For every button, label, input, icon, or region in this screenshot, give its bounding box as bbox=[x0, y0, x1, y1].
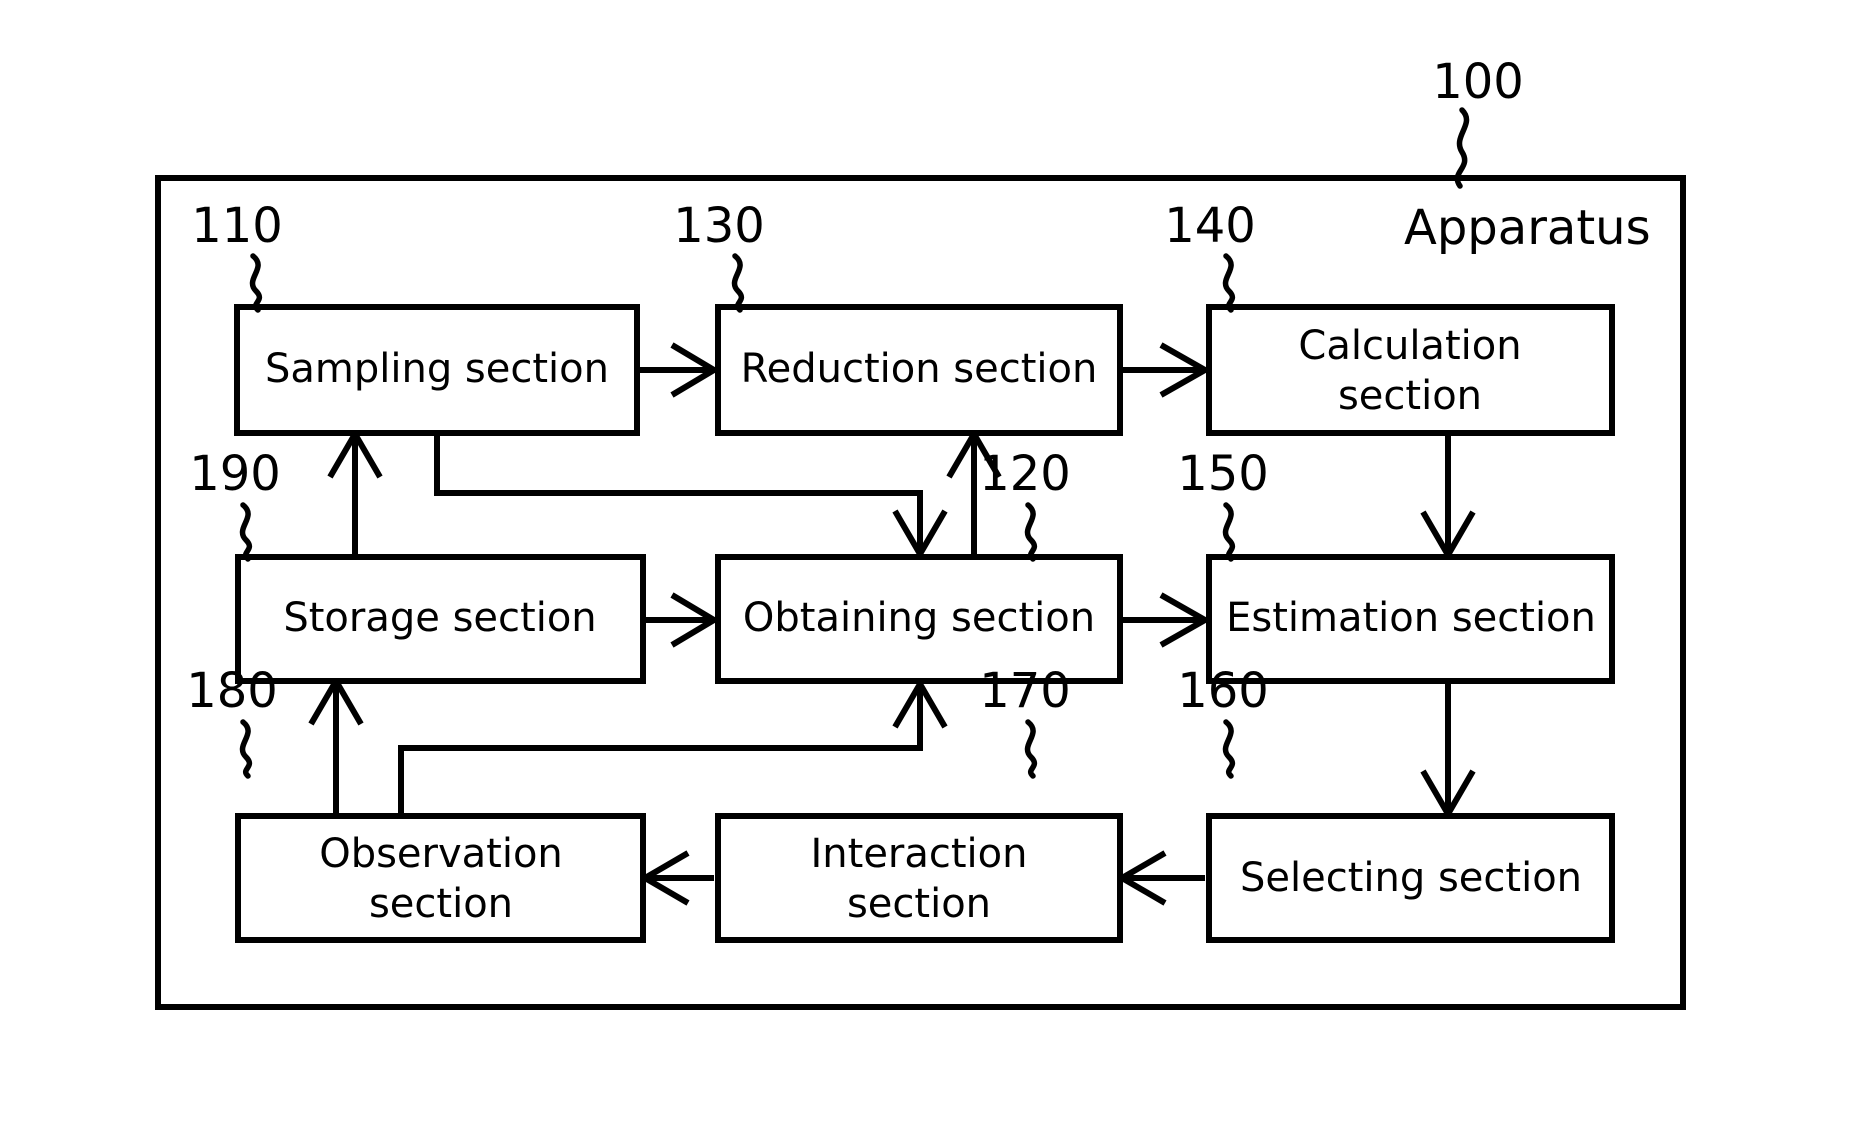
block-observation-section[interactable]: Observation section bbox=[235, 813, 646, 943]
connector-estimation-to-selecting bbox=[1420, 681, 1476, 820]
block-sampling-section-label: Sampling section bbox=[265, 346, 609, 392]
ref-100-leader-line bbox=[1454, 107, 1470, 189]
block-storage-section-label: Storage section bbox=[283, 595, 596, 641]
ref-160-leader-line bbox=[1222, 719, 1236, 779]
ref-120-leader-line bbox=[1024, 502, 1038, 562]
ref-160-number: 160 bbox=[1177, 663, 1269, 719]
ref-120-number: 120 bbox=[979, 446, 1071, 502]
block-observation-section-label-line1: Observation bbox=[319, 831, 563, 877]
ref-180-leader-line bbox=[239, 719, 253, 779]
block-obtaining-section-label: Obtaining section bbox=[743, 595, 1095, 641]
connector-selecting-to-interaction bbox=[1116, 850, 1205, 906]
connector-sampling-to-obtaining bbox=[434, 433, 948, 560]
connector-storage-to-sampling bbox=[327, 428, 383, 557]
block-calculation-section[interactable]: Calculation section bbox=[1206, 304, 1615, 436]
block-reduction-section-label: Reduction section bbox=[741, 346, 1098, 392]
ref-110-number: 110 bbox=[191, 198, 283, 254]
block-reduction-section[interactable]: Reduction section bbox=[715, 304, 1123, 436]
block-interaction-section-label-line2: section bbox=[847, 881, 991, 927]
apparatus-block-diagram: Sampling section 110 Reduction section 1… bbox=[155, 54, 1686, 1010]
connector-obtaining-to-estimation bbox=[1120, 592, 1212, 648]
block-selecting-section[interactable]: Selecting section bbox=[1206, 813, 1615, 943]
block-interaction-section[interactable]: Interaction section bbox=[715, 813, 1123, 943]
ref-150-number: 150 bbox=[1177, 446, 1269, 502]
block-diagram-canvas: Sampling section 110 Reduction section 1… bbox=[0, 0, 1861, 1125]
connector-observation-to-obtaining bbox=[398, 678, 948, 816]
block-interaction-section-label-line1: Interaction bbox=[810, 831, 1027, 877]
ref-150-leader-line bbox=[1222, 502, 1236, 562]
block-estimation-section[interactable]: Estimation section bbox=[1206, 554, 1615, 684]
ref-170-leader-line bbox=[1024, 719, 1038, 779]
block-selecting-section-label: Selecting section bbox=[1240, 855, 1582, 901]
connector-storage-to-obtaining bbox=[643, 592, 720, 648]
block-calculation-section-label-line2: section bbox=[1338, 373, 1482, 419]
ref-130-leader-line bbox=[731, 253, 745, 313]
ref-110-leader-line bbox=[249, 253, 263, 313]
ref-190-number: 190 bbox=[189, 446, 281, 502]
ref-180-number: 180 bbox=[186, 663, 278, 719]
block-sampling-section[interactable]: Sampling section bbox=[234, 304, 640, 436]
ref-100-number: 100 bbox=[1432, 54, 1524, 110]
connector-calculation-to-estimation bbox=[1420, 432, 1476, 561]
connector-observation-to-storage bbox=[308, 675, 364, 816]
connector-reduction-to-calculation bbox=[1120, 342, 1212, 398]
ref-130-number: 130 bbox=[673, 198, 765, 254]
block-observation-section-label-line2: section bbox=[369, 881, 513, 927]
connector-interaction-to-observation bbox=[639, 850, 714, 906]
connector-sampling-to-reduction bbox=[637, 342, 720, 398]
ref-140-number: 140 bbox=[1164, 198, 1256, 254]
ref-190-leader-line bbox=[239, 502, 253, 562]
block-calculation-section-label-line1: Calculation bbox=[1298, 323, 1521, 369]
block-estimation-section-label: Estimation section bbox=[1226, 595, 1596, 641]
block-storage-section[interactable]: Storage section bbox=[235, 554, 646, 684]
ref-140-leader-line bbox=[1222, 253, 1236, 313]
ref-170-number: 170 bbox=[979, 663, 1071, 719]
apparatus-title: Apparatus bbox=[1404, 200, 1651, 256]
